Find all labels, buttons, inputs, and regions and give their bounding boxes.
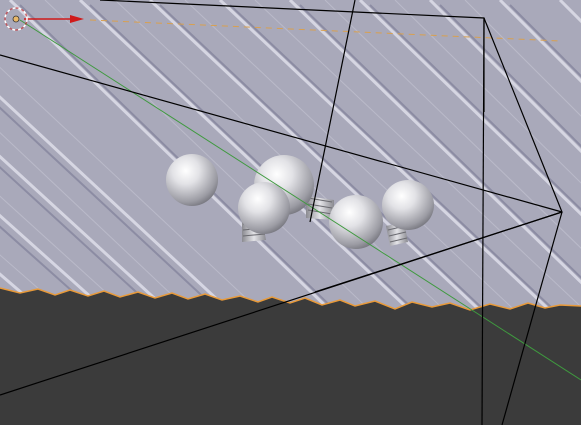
light-bulb[interactable] (382, 180, 434, 230)
light-bulb[interactable] (166, 154, 218, 206)
origin-dot-icon (12, 15, 20, 23)
viewport-canvas[interactable] (0, 0, 581, 425)
3d-viewport[interactable] (0, 0, 581, 425)
